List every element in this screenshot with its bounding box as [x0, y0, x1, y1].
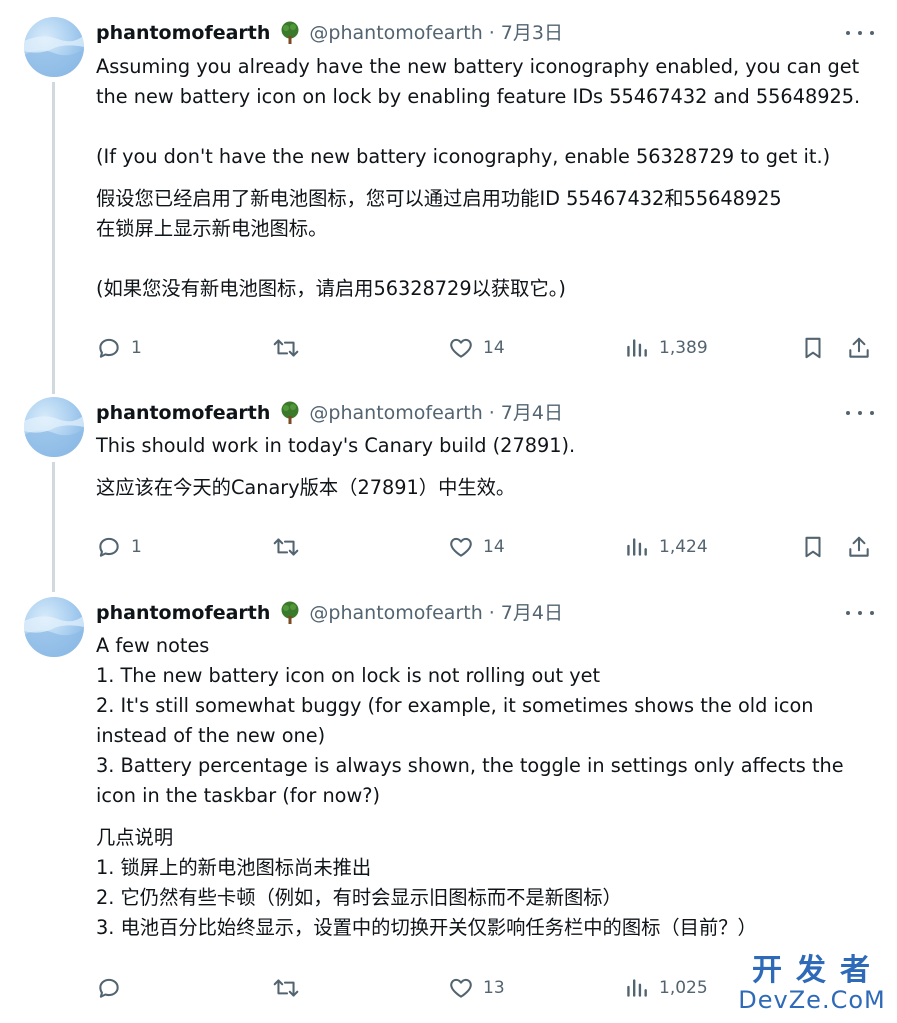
tweet-text: This should work in today's Canary build…	[96, 431, 886, 503]
views-chart-icon	[627, 339, 647, 357]
views-button[interactable]: 1,025	[624, 973, 708, 1003]
watermark-logo: 开发者 DevZe.CoM	[737, 956, 887, 1018]
tweet-line: (如果您没有新电池图标，请启用56328729以获取它。)	[96, 277, 566, 300]
heart-icon	[450, 537, 472, 557]
tweet-text: A few notes 1. The new battery icon on l…	[96, 631, 886, 943]
share-button[interactable]	[846, 532, 872, 562]
author-handle[interactable]: @phantomofearth	[309, 19, 482, 47]
reply-count: 1	[131, 338, 142, 358]
watermark-text-en: DevZe.CoM	[738, 986, 886, 1014]
tweet-header: phantomofearth @phantomofearth · 7月3日	[96, 19, 563, 47]
repost-button[interactable]	[272, 532, 309, 562]
author-handle[interactable]: @phantomofearth	[309, 599, 482, 627]
tweet-date[interactable]: 7月3日	[501, 19, 563, 47]
views-count: 1,424	[659, 537, 708, 557]
share-icon	[849, 337, 869, 358]
tree-icon	[279, 401, 301, 425]
repost-button[interactable]	[272, 333, 309, 363]
avatar[interactable]	[24, 17, 84, 77]
watermark-text-cn: 开发者	[752, 953, 884, 988]
views-chart-icon	[627, 979, 647, 997]
tweet-actions: 1 14 1,424	[0, 532, 897, 562]
separator: ·	[488, 402, 495, 424]
like-count: 14	[483, 338, 505, 358]
tweet-date[interactable]: 7月4日	[501, 399, 563, 427]
reply-button[interactable]: 1	[96, 333, 142, 363]
repost-icon	[273, 538, 299, 556]
repost-button[interactable]	[272, 973, 309, 1003]
author-name[interactable]: phantomofearth	[96, 599, 270, 627]
heart-icon	[450, 338, 472, 358]
views-button[interactable]: 1,389	[624, 333, 708, 363]
avatar[interactable]	[24, 397, 84, 457]
heart-icon	[450, 978, 472, 998]
more-options-icon[interactable]	[846, 24, 874, 42]
like-button[interactable]: 14	[448, 532, 505, 562]
tweet-line: the new battery icon on lock by enabling…	[96, 85, 861, 108]
tweet-line: 这应该在今天的Canary版本（27891）中生效。	[96, 476, 516, 499]
tweet-line: 假设您已经启用了新电池图标，您可以通过启用功能ID 55467432和55648…	[96, 187, 782, 210]
tree-icon	[279, 21, 301, 45]
tweet-line: A few notes	[96, 634, 210, 657]
more-options-icon[interactable]	[846, 604, 874, 622]
like-count: 14	[483, 537, 505, 557]
tweet-line: 1. The new battery icon on lock is not r…	[96, 664, 601, 687]
bookmark-icon	[805, 536, 821, 558]
tweet-actions: 1 14 1,389	[0, 333, 897, 363]
tweet-line: 在锁屏上显示新电池图标。	[96, 217, 328, 240]
tweet-header: phantomofearth @phantomofearth · 7月4日	[96, 599, 563, 627]
like-button[interactable]: 14	[448, 333, 505, 363]
tweet-date[interactable]: 7月4日	[501, 599, 563, 627]
more-options-icon[interactable]	[846, 404, 874, 422]
reply-icon	[99, 537, 119, 557]
views-button[interactable]: 1,424	[624, 532, 708, 562]
tweet-line: (If you don't have the new battery icono…	[96, 145, 831, 168]
repost-icon	[273, 339, 299, 357]
reply-button[interactable]	[96, 973, 131, 1003]
author-handle[interactable]: @phantomofearth	[309, 399, 482, 427]
separator: ·	[488, 602, 495, 624]
reply-button[interactable]: 1	[96, 532, 142, 562]
avatar[interactable]	[24, 597, 84, 657]
bookmark-button[interactable]	[800, 333, 826, 363]
reply-icon	[99, 978, 119, 998]
tweet-line: Assuming you already have the new batter…	[96, 55, 860, 78]
bookmark-icon	[805, 337, 821, 359]
bookmark-button[interactable]	[800, 532, 826, 562]
tweet-line: icon in the taskbar (for now?)	[96, 784, 380, 807]
tweet-line: 几点说明	[96, 826, 174, 849]
share-button[interactable]	[846, 333, 872, 363]
tweet[interactable]: phantomofearth @phantomofearth · 7月3日 As…	[0, 0, 897, 390]
tweet-line: instead of the new one)	[96, 724, 326, 747]
repost-icon	[273, 979, 299, 997]
tweet-line: 1. 锁屏上的新电池图标尚未推出	[96, 856, 372, 879]
tweet-line: This should work in today's Canary build…	[96, 434, 576, 457]
tweet-line: 2. 它仍然有些卡顿（例如，有时会显示旧图标而不是新图标）	[96, 886, 622, 909]
like-button[interactable]: 13	[448, 973, 505, 1003]
reply-icon	[99, 338, 119, 358]
tweet-line: 3. 电池百分比始终显示，设置中的切换开关仅影响任务栏中的图标（目前？）	[96, 916, 757, 939]
tree-icon	[279, 601, 301, 625]
views-count: 1,389	[659, 338, 708, 358]
views-count: 1,025	[659, 978, 708, 998]
author-name[interactable]: phantomofearth	[96, 399, 270, 427]
tweet-line: 3. Battery percentage is always shown, t…	[96, 754, 844, 777]
reply-count: 1	[131, 537, 142, 557]
tweet-header: phantomofearth @phantomofearth · 7月4日	[96, 399, 563, 427]
separator: ·	[488, 22, 495, 44]
like-count: 13	[483, 978, 505, 998]
share-icon	[849, 536, 869, 557]
tweet[interactable]: phantomofearth @phantomofearth · 7月4日 Th…	[0, 380, 897, 580]
author-name[interactable]: phantomofearth	[96, 19, 270, 47]
tweet-text: Assuming you already have the new batter…	[96, 52, 886, 304]
views-chart-icon	[627, 538, 647, 556]
tweet-line: 2. It's still somewhat buggy (for exampl…	[96, 694, 814, 717]
